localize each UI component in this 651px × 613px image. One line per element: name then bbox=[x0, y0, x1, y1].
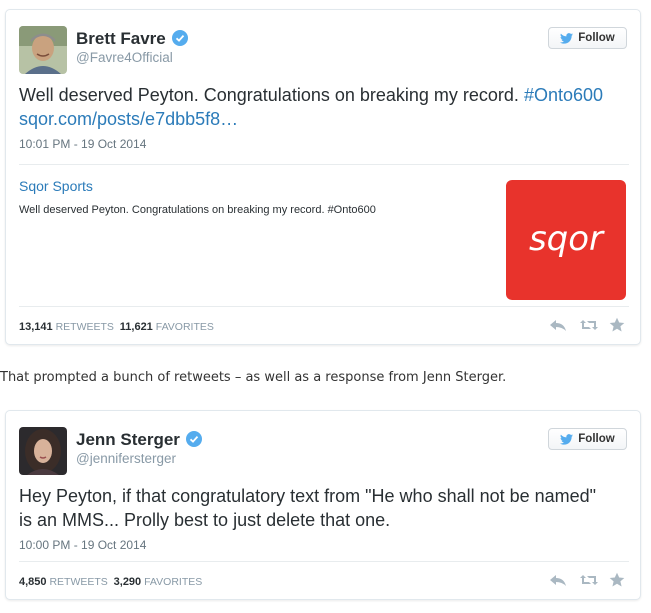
retweets-label: RETWEETS bbox=[49, 576, 108, 588]
twitter-bird-icon bbox=[560, 433, 574, 445]
article-paragraph: That prompted a bunch of retweets – as w… bbox=[0, 370, 507, 385]
divider bbox=[19, 164, 629, 165]
favorites-label: FAVORITES bbox=[144, 576, 203, 588]
twitter-bird-icon bbox=[560, 32, 574, 44]
favorite-count[interactable]: 3,290 bbox=[114, 576, 142, 588]
follow-button[interactable]: Follow bbox=[548, 27, 627, 49]
tweet-body: Well deserved Peyton. Congratulations on… bbox=[19, 85, 519, 105]
tweet-card-sterger: Jenn Sterger @jennifersterger Follow Hey… bbox=[5, 410, 641, 600]
card-description: Well deserved Peyton. Congratulations on… bbox=[19, 204, 376, 216]
reply-icon[interactable] bbox=[549, 317, 567, 333]
display-name-text[interactable]: Jenn Sterger bbox=[76, 430, 180, 449]
divider bbox=[19, 306, 629, 307]
hashtag-link[interactable]: #Onto600 bbox=[524, 85, 603, 105]
retweet-count[interactable]: 4,850 bbox=[19, 576, 47, 588]
verified-icon bbox=[171, 30, 188, 46]
verified-icon bbox=[185, 431, 202, 447]
tweet-body-line1: Hey Peyton, if that congratulatory text … bbox=[19, 486, 597, 506]
timestamp[interactable]: 10:01 PM - 19 Oct 2014 bbox=[19, 137, 146, 151]
tweet-stats: 13,141 RETWEETS 11,621 FAVORITES bbox=[19, 321, 214, 333]
timestamp[interactable]: 10:00 PM - 19 Oct 2014 bbox=[19, 538, 146, 552]
favorite-icon[interactable] bbox=[609, 317, 627, 333]
tweet-card-favre: Brett Favre @Favre4Official Follow Well … bbox=[5, 9, 641, 345]
follow-label: Follow bbox=[578, 32, 615, 44]
follow-button[interactable]: Follow bbox=[548, 428, 627, 450]
reply-icon[interactable] bbox=[549, 572, 567, 588]
retweets-label: RETWEETS bbox=[55, 321, 114, 333]
tweet-text: Hey Peyton, if that congratulatory text … bbox=[19, 484, 629, 532]
follow-label: Follow bbox=[578, 433, 615, 445]
retweet-count[interactable]: 13,141 bbox=[19, 321, 53, 333]
url-link[interactable]: sqor.com/posts/e7dbb5f8… bbox=[19, 109, 238, 129]
user-handle[interactable]: @Favre4Official bbox=[76, 50, 173, 65]
tweet-body-line2: is an MMS... Prolly best to just delete … bbox=[19, 510, 391, 530]
divider bbox=[19, 561, 629, 562]
avatar-sterger[interactable] bbox=[19, 427, 67, 475]
retweet-icon[interactable] bbox=[579, 572, 598, 588]
display-name[interactable]: Jenn Sterger bbox=[76, 430, 202, 450]
avatar-favre[interactable] bbox=[19, 26, 67, 74]
favorites-label: FAVORITES bbox=[155, 321, 214, 333]
tweet-actions bbox=[549, 317, 627, 333]
logo-text: sqor bbox=[529, 220, 605, 259]
sqor-logo-image[interactable]: sqor bbox=[506, 180, 626, 300]
favorite-count[interactable]: 11,621 bbox=[120, 321, 153, 333]
retweet-icon[interactable] bbox=[579, 317, 598, 333]
sqor-logo: sqor bbox=[529, 220, 605, 259]
tweet-stats: 4,850 RETWEETS 3,290 FAVORITES bbox=[19, 576, 202, 588]
display-name-text[interactable]: Brett Favre bbox=[76, 29, 166, 48]
user-handle[interactable]: @jennifersterger bbox=[76, 451, 176, 466]
favorite-icon[interactable] bbox=[609, 572, 627, 588]
display-name[interactable]: Brett Favre bbox=[76, 29, 188, 49]
card-title[interactable]: Sqor Sports bbox=[19, 178, 93, 194]
tweet-text: Well deserved Peyton. Congratulations on… bbox=[19, 83, 629, 131]
tweet-actions bbox=[549, 572, 627, 588]
